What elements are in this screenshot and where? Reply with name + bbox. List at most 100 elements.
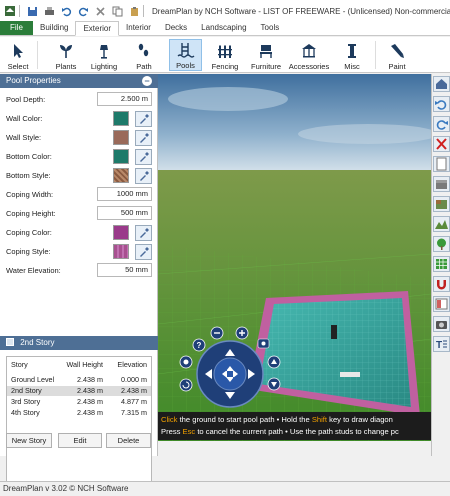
- furniture-button[interactable]: Furniture: [250, 39, 282, 71]
- path-button[interactable]: Path: [131, 39, 157, 71]
- plants-tool-button[interactable]: [433, 236, 450, 252]
- hint-key-click: Click: [161, 415, 178, 424]
- bottom-color-row: Bottom Color:: [0, 148, 158, 166]
- view-mode-button[interactable]: [433, 76, 450, 92]
- redo-icon[interactable]: [76, 4, 90, 18]
- floor-tool-button[interactable]: [433, 196, 450, 212]
- eyedropper-icon: [139, 247, 149, 257]
- select-button[interactable]: Select: [3, 39, 33, 71]
- coping-style-picker[interactable]: [135, 244, 152, 260]
- 3d-viewport[interactable]: ?: [158, 74, 431, 441]
- fencing-label: Fencing: [211, 62, 239, 71]
- story-buttons: New Story Edit Delete: [0, 433, 158, 449]
- magnet-icon: [437, 280, 446, 290]
- wall-style-picker[interactable]: [135, 130, 152, 146]
- coping-color-swatch[interactable]: [113, 225, 129, 240]
- coping-style-swatch[interactable]: [113, 244, 129, 259]
- bottom-style-swatch[interactable]: [113, 168, 129, 183]
- tab-tools[interactable]: Tools: [254, 21, 287, 35]
- story-name: 3rd Story: [11, 397, 41, 406]
- story-name: Ground Level: [11, 375, 55, 384]
- coping-style-label: Coping Style:: [6, 247, 51, 256]
- print-icon[interactable]: [42, 4, 56, 18]
- pillar-icon: [348, 44, 356, 58]
- edit-story-button[interactable]: Edit: [58, 433, 102, 448]
- paste-icon[interactable]: [127, 4, 141, 18]
- delete-story-button[interactable]: Delete: [106, 433, 151, 448]
- undo-button[interactable]: [433, 96, 450, 112]
- tab-file[interactable]: File: [0, 21, 33, 35]
- eyedropper-icon: [139, 133, 149, 143]
- fencing-button[interactable]: Fencing: [210, 39, 240, 71]
- scene: ?: [158, 74, 431, 441]
- table-row[interactable]: Ground Level 2.438 m 0.000 m: [7, 375, 151, 385]
- wall-style-swatch[interactable]: [113, 130, 129, 145]
- app-logo-icon: [3, 4, 17, 18]
- hint-text: to cancel the current path • Use the pat…: [195, 427, 399, 436]
- plants-button[interactable]: Plants: [52, 39, 80, 71]
- tab-building[interactable]: Building: [33, 21, 75, 35]
- save-icon[interactable]: [25, 4, 39, 18]
- paint-button[interactable]: Paint: [384, 39, 410, 71]
- copy-icon[interactable]: [110, 4, 124, 18]
- hint-text: Press: [161, 427, 183, 436]
- close-icon: [436, 138, 447, 150]
- wall-color-picker[interactable]: [135, 111, 152, 127]
- collapse-icon[interactable]: −: [142, 76, 152, 86]
- pools-button[interactable]: Pools: [169, 39, 202, 71]
- table-row[interactable]: 3rd Story 2.438 m 4.877 m: [7, 397, 151, 407]
- left-panel: Pool Properties − Pool Depth: 2.500 m Wa…: [0, 74, 158, 494]
- snap-button[interactable]: [433, 276, 450, 292]
- layout-icon: [435, 298, 448, 310]
- bottom-style-picker[interactable]: [135, 168, 152, 184]
- wall-height: 2.438 m: [77, 408, 103, 417]
- tab-landscaping[interactable]: Landscaping: [194, 21, 253, 35]
- house-view-icon: [436, 79, 447, 89]
- grid-toggle-button[interactable]: [433, 256, 450, 272]
- new-story-button[interactable]: New Story: [6, 433, 52, 448]
- status-bar: DreamPlan v 3.02 © NCH Software: [0, 481, 450, 496]
- collapse-box-icon[interactable]: [6, 338, 14, 346]
- lamp-icon: [100, 45, 108, 59]
- reset-view-icon[interactable]: [179, 378, 193, 392]
- tab-exterior[interactable]: Exterior: [75, 21, 120, 36]
- wall-color-swatch[interactable]: [113, 111, 129, 126]
- coping-style-row: Coping Style:: [0, 243, 158, 261]
- undo-icon[interactable]: [59, 4, 73, 18]
- bottom-color-swatch[interactable]: [113, 149, 129, 164]
- layout-button[interactable]: [433, 296, 450, 312]
- terrain-tool-button[interactable]: [433, 216, 450, 232]
- bottom-color-picker[interactable]: [135, 149, 152, 165]
- coping-height-label: Coping Height:: [6, 209, 56, 218]
- misc-button[interactable]: Misc: [339, 39, 365, 71]
- lighting-label: Lighting: [90, 62, 118, 71]
- table-row[interactable]: 4th Story 2.438 m 7.315 m: [7, 408, 151, 418]
- path-label: Path: [136, 62, 152, 71]
- redo-button[interactable]: [433, 116, 450, 132]
- svg-text:?: ?: [197, 341, 202, 350]
- pool-icon: [177, 43, 194, 58]
- hint-text: key to draw diagon: [327, 415, 393, 424]
- tab-interior[interactable]: Interior: [119, 21, 158, 35]
- floor-icon: [436, 200, 447, 209]
- coping-color-row: Coping Color:: [0, 224, 158, 242]
- tab-decks[interactable]: Decks: [158, 21, 194, 35]
- water-elevation-input[interactable]: 50 mm: [97, 263, 152, 277]
- accessories-button[interactable]: Accessories: [289, 39, 329, 71]
- table-row[interactable]: 2nd Story 2.438 m 2.438 m: [7, 386, 151, 396]
- pool-depth-input[interactable]: 2.500 m: [97, 92, 152, 106]
- coping-color-picker[interactable]: [135, 225, 152, 241]
- lighting-button[interactable]: Lighting: [89, 39, 119, 71]
- screenshot-button[interactable]: [433, 316, 450, 332]
- wall-tool-button[interactable]: [433, 176, 450, 192]
- delete-icon[interactable]: [93, 4, 107, 18]
- pool-properties-title: Pool Properties: [6, 76, 61, 85]
- eyedropper-icon: [139, 152, 149, 162]
- copy-button[interactable]: [433, 156, 450, 172]
- pool-depth-row: Pool Depth: 2.500 m: [0, 91, 158, 109]
- coping-height-input[interactable]: 500 mm: [97, 206, 152, 220]
- bottom-style-row: Bottom Style:: [0, 167, 158, 185]
- coping-width-input[interactable]: 1000 mm: [97, 187, 152, 201]
- text-tool-button[interactable]: T: [433, 336, 450, 352]
- delete-button[interactable]: [433, 136, 450, 152]
